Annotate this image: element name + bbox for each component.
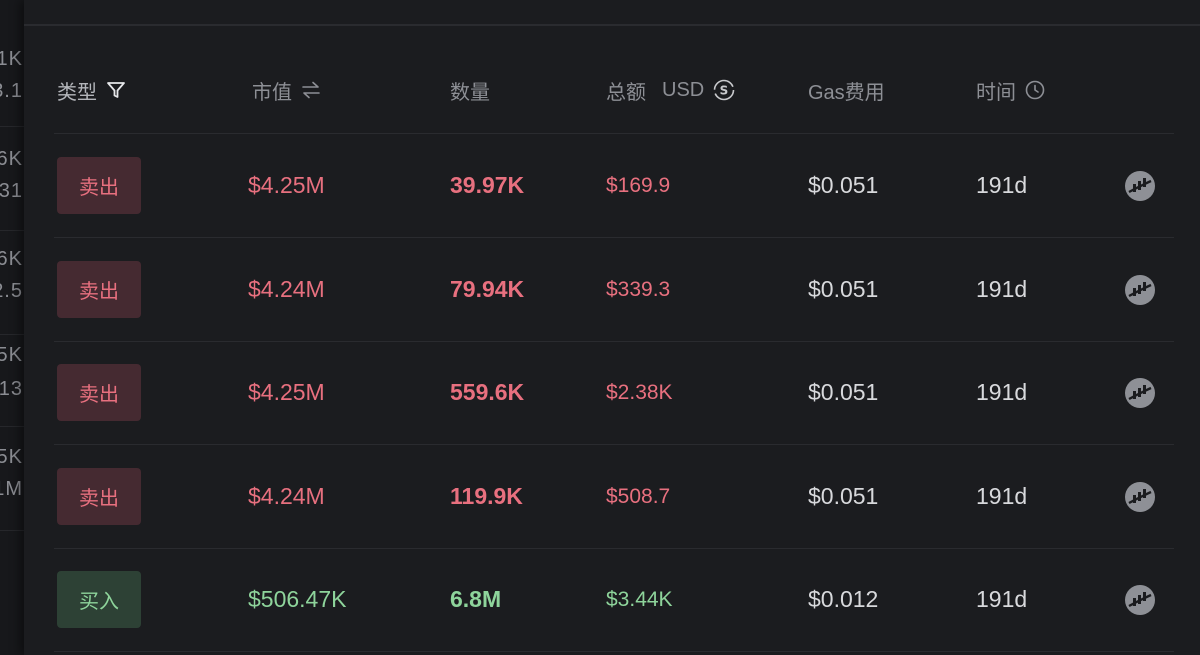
quantity-value: 119.9K	[450, 483, 523, 509]
background-row: 5K 1M	[0, 426, 24, 531]
background-value-bottom: 2.5	[0, 280, 23, 302]
market-cap-value: $4.25M	[248, 379, 325, 405]
quantity-value: 39.97K	[450, 172, 525, 198]
background-value-top: 5K	[0, 344, 23, 366]
table-row[interactable]: 卖出 $4.24M 119.9K $508.7 $0.051 191d	[54, 445, 1174, 549]
quantity-value: 79.94K	[450, 276, 525, 302]
background-row: 5K 13	[0, 322, 24, 427]
background-row: 1K 3.1	[0, 22, 24, 127]
time-value: 191d	[976, 172, 1028, 198]
market-cap-value: $4.25M	[248, 172, 325, 198]
column-header-label: Gas费用	[808, 81, 885, 104]
time-value: 191d	[976, 483, 1028, 509]
gas-value: $0.051	[808, 276, 879, 302]
column-header-quantity: 数量	[450, 75, 490, 105]
chart-explorer-icon[interactable]	[1124, 274, 1156, 306]
chart-explorer-icon[interactable]	[1124, 481, 1156, 513]
column-header-label: 市值	[252, 81, 292, 104]
gas-value: $0.051	[808, 172, 879, 198]
column-header-gas: Gas费用	[808, 75, 885, 105]
background-value-top: 6K	[0, 248, 23, 270]
trades-panel: 类型 市值 数量 总额 USD S Gas费用 时间 卖出 $4.25M 39.…	[24, 0, 1200, 655]
chart-explorer-icon[interactable]	[1124, 584, 1156, 616]
table-row[interactable]: 卖出 $4.24M 79.94K $339.3 $0.051 191d	[54, 238, 1174, 342]
column-header-type[interactable]: 类型	[57, 75, 127, 105]
column-header-label: 总额	[606, 81, 646, 104]
quantity-value: 559.6K	[450, 379, 525, 405]
total-value: $2.38K	[606, 380, 673, 404]
svg-text:S: S	[720, 84, 729, 98]
background-value-bottom: 1M	[0, 478, 23, 500]
column-header-time[interactable]: 时间	[976, 75, 1046, 105]
background-value-bottom: 13	[0, 378, 23, 400]
panel-divider	[24, 24, 1200, 26]
market-cap-value: $4.24M	[248, 483, 325, 509]
filter-icon[interactable]	[105, 79, 127, 101]
background-value-top: 1K	[0, 48, 23, 70]
clock-icon[interactable]	[1024, 79, 1046, 101]
type-badge-sell: 卖出	[57, 468, 141, 525]
background-value-bottom: 3.1	[0, 80, 23, 102]
time-value: 191d	[976, 379, 1028, 405]
column-header-market-cap[interactable]: 市值	[252, 75, 322, 105]
total-value: $508.7	[606, 484, 671, 508]
background-row: 6K 31	[0, 126, 24, 231]
total-value: $339.3	[606, 277, 671, 301]
column-header-total[interactable]: 总额 USD S	[606, 75, 736, 105]
background-value-bottom: 31	[0, 180, 23, 202]
column-header-label: 类型	[57, 81, 97, 104]
total-value: $169.9	[606, 173, 671, 197]
column-header-unit: USD	[662, 78, 705, 101]
type-badge-sell: 卖出	[57, 261, 141, 318]
column-header-label: 数量	[450, 81, 490, 104]
currency-toggle-icon[interactable]: S	[712, 78, 736, 102]
swap-arrows-icon[interactable]	[300, 79, 322, 101]
table-header: 类型 市值 数量 总额 USD S Gas费用 时间	[54, 56, 1174, 134]
table-row[interactable]: 卖出 $4.25M 39.97K $169.9 $0.051 191d	[54, 134, 1174, 238]
time-value: 191d	[976, 276, 1028, 302]
market-cap-value: $506.47K	[248, 586, 347, 612]
table-row[interactable]: 卖出 $4.25M 559.6K $2.38K $0.051 191d	[54, 341, 1174, 445]
gas-value: $0.012	[808, 586, 879, 612]
gas-value: $0.051	[808, 483, 879, 509]
gas-value: $0.051	[808, 379, 879, 405]
quantity-value: 6.8M	[450, 586, 502, 612]
total-value: $3.44K	[606, 587, 673, 611]
chart-explorer-icon[interactable]	[1124, 377, 1156, 409]
background-value-top: 5K	[0, 446, 23, 468]
time-value: 191d	[976, 586, 1028, 612]
background-list: 1K 3.1 6K 31 6K 2.5 5K 13 5K 1M	[0, 0, 24, 655]
table-row[interactable]: 买入 $506.47K 6.8M $3.44K $0.012 191d	[54, 548, 1174, 652]
market-cap-value: $4.24M	[248, 276, 325, 302]
chart-explorer-icon[interactable]	[1124, 170, 1156, 202]
background-row: 6K 2.5	[0, 230, 24, 335]
column-header-label: 时间	[976, 81, 1016, 104]
background-value-top: 6K	[0, 148, 23, 170]
type-badge-sell: 卖出	[57, 364, 141, 421]
type-badge-buy: 买入	[57, 571, 141, 628]
app-frame: 1K 3.1 6K 31 6K 2.5 5K 13 5K 1M 类型	[0, 0, 1200, 655]
type-badge-sell: 卖出	[57, 157, 141, 214]
